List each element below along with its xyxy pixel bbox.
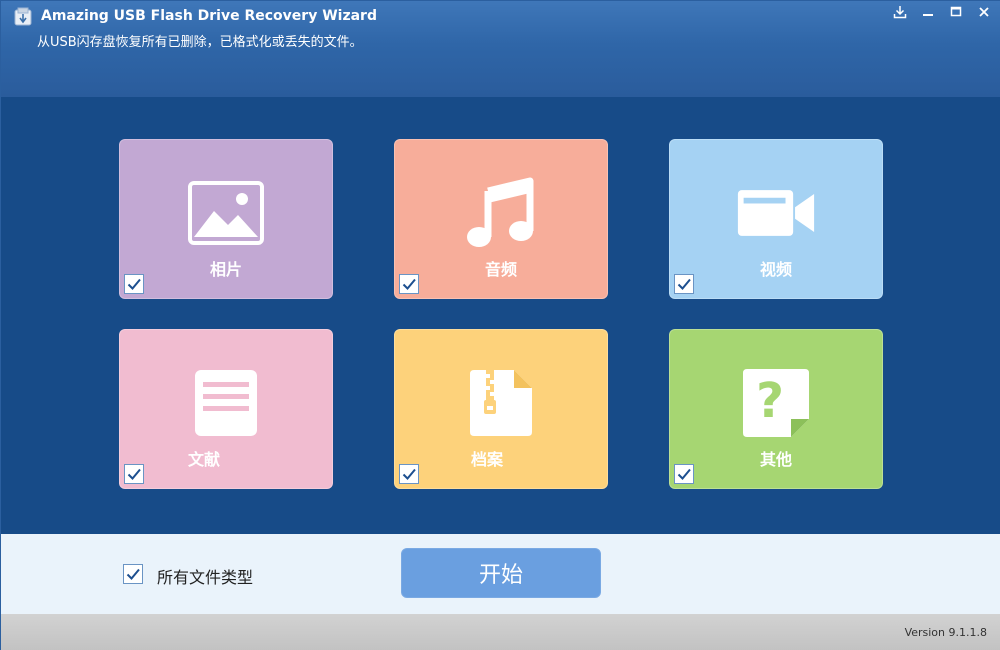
tile-checkbox[interactable] [674,464,694,484]
all-file-types-checkbox[interactable] [123,564,143,584]
window-title: Amazing USB Flash Drive Recovery Wizard [41,8,377,24]
tile-checkbox[interactable] [674,274,694,294]
tile-checkbox[interactable] [399,274,419,294]
status-bar: Version 9.1.1.8 [1,614,1000,650]
usb-drive-icon [13,7,33,27]
tile-label: 音频 [484,260,517,279]
document-icon [186,366,266,440]
download-icon[interactable] [887,1,913,23]
close-icon[interactable] [971,1,997,23]
tile-checkbox[interactable] [399,464,419,484]
image-icon [186,176,266,250]
tile-photos[interactable]: 相片 [119,139,333,299]
svg-text:?: ? [756,373,784,429]
version-label: Version 9.1.1.8 [904,626,987,639]
tile-checkbox[interactable] [124,464,144,484]
title-bar: Amazing USB Flash Drive Recovery Wizard … [1,1,1000,97]
app-window: Amazing USB Flash Drive Recovery Wizard … [0,0,1000,650]
maximize-icon[interactable] [943,1,969,23]
tile-video[interactable]: 视频 [669,139,883,299]
action-bar: 所有文件类型 开始 [1,534,1000,614]
tile-documents[interactable]: 文献 [119,329,333,489]
tile-label: 其他 [759,450,792,469]
music-note-icon [461,176,541,250]
tile-audio[interactable]: 音频 [394,139,608,299]
question-file-icon: ? [736,366,816,440]
start-button[interactable]: 开始 [401,548,601,598]
tile-label: 文献 [188,450,221,469]
window-subtitle: 从USB闪存盘恢复所有已删除，已格式化或丢失的文件。 [37,35,363,50]
tile-checkbox[interactable] [124,274,144,294]
all-file-types-label[interactable]: 所有文件类型 [157,564,253,588]
tile-label: 视频 [759,260,792,279]
video-camera-icon [736,176,816,250]
tile-others[interactable]: ? 其他 [669,329,883,489]
zip-archive-icon [461,366,541,440]
window-controls [887,1,997,23]
tile-label: 相片 [209,260,242,279]
minimize-icon[interactable] [915,1,941,23]
tile-label: 档案 [471,450,504,469]
tile-archives[interactable]: 档案 [394,329,608,489]
file-type-panel: 相片 音频 视频 文献 档案 ? 其他 [1,97,1000,534]
